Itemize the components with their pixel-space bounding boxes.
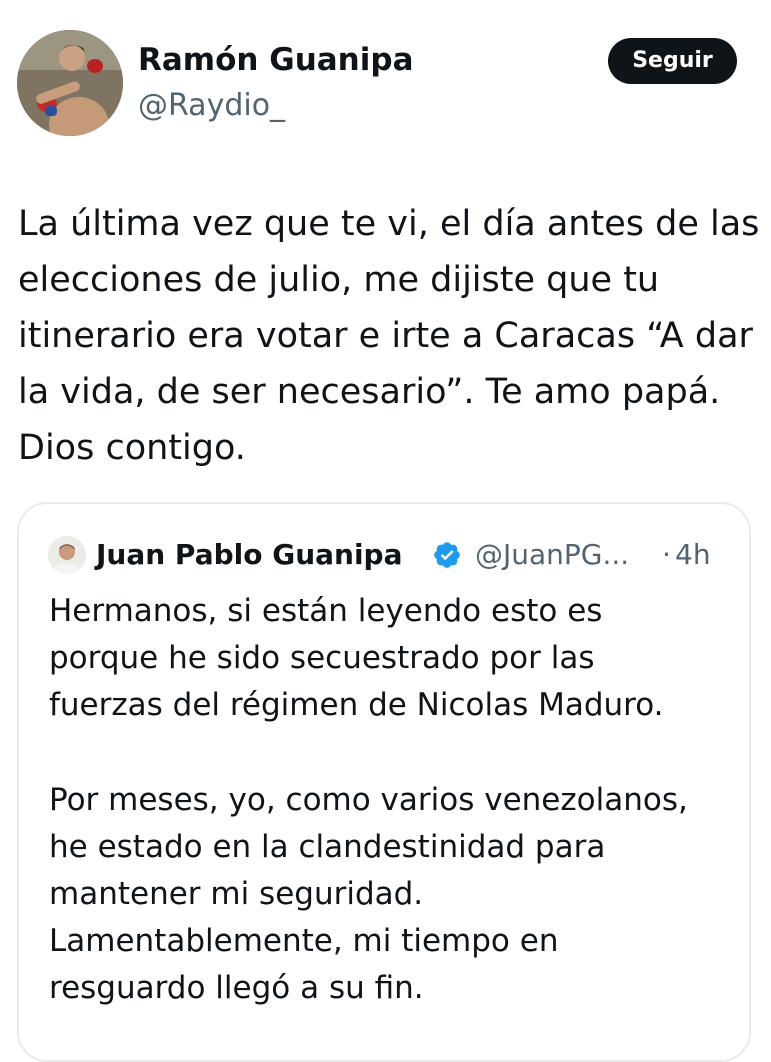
quoted-text-line: fuerzas del régimen de Nicolas Maduro.: [49, 687, 664, 723]
tweet-text-line: itinerario era votar e irte a Caracas “A…: [18, 316, 753, 356]
tweet-text-line: Dios contigo.: [18, 428, 246, 468]
quoted-text-line: Lamentablemente, mi tiempo en: [49, 923, 559, 959]
quoted-text-line: resguardo llegó a su fin.: [49, 970, 424, 1006]
verified-badge-icon: [432, 540, 462, 570]
quoted-author-avatar[interactable]: [48, 536, 86, 574]
author-name[interactable]: Ramón Guanipa: [138, 40, 414, 80]
quoted-avatar-photo: [48, 536, 86, 574]
quoted-text-line: mantener mi seguridad.: [49, 876, 424, 912]
quoted-tweet-card[interactable]: Juan Pablo Guanipa @JuanPG... · 4h Herma…: [17, 502, 751, 1062]
quoted-text-line: he estado en la clandestinidad para: [49, 829, 606, 865]
quoted-author-handle[interactable]: @JuanPG...: [475, 535, 629, 575]
follow-button[interactable]: Seguir: [608, 38, 737, 84]
quoted-text-line: Hermanos, si están leyendo esto es: [49, 593, 603, 629]
tweet-text-line: La última vez que te vi, el día antes de…: [18, 204, 760, 244]
tweet-text-line: la vida, de ser necesario”. Te amo papá.: [18, 372, 721, 412]
quoted-author-name[interactable]: Juan Pablo Guanipa: [96, 535, 403, 575]
tweet-text: La última vez que te vi, el día antes de…: [18, 196, 760, 476]
author-handle[interactable]: @Raydio_: [138, 86, 285, 126]
quoted-timestamp[interactable]: 4h: [675, 535, 711, 575]
avatar-photo: [17, 30, 123, 136]
meta-separator: ·: [662, 538, 671, 571]
tweet-text-line: elecciones de julio, me dijiste que tu: [18, 260, 660, 300]
quoted-tweet-text: Hermanos, si están leyendo esto es porqu…: [49, 588, 739, 1012]
quoted-text-line: Por meses, yo, como varios venezolanos,: [49, 782, 688, 818]
author-avatar[interactable]: [17, 30, 123, 136]
tweet-header: Ramón Guanipa @Raydio_ Seguir: [0, 0, 771, 150]
quoted-text-line: porque he sido secuestrado por las: [49, 640, 595, 676]
